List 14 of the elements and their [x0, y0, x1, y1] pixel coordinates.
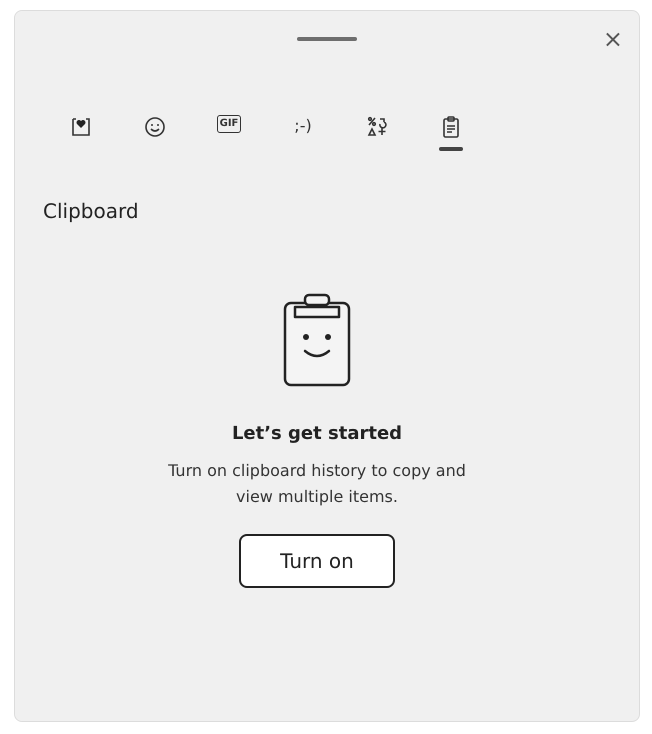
empty-state-message: Turn on clipboard history to copy and view multiple items.	[167, 460, 467, 508]
category-tab[interactable]: ;-)	[273, 109, 333, 161]
drag-handle[interactable]	[297, 37, 357, 41]
section-title: Clipboard	[42, 198, 140, 223]
close-button[interactable]: ×	[596, 23, 629, 55]
heart-icon	[69, 115, 93, 139]
gif-label: GIF	[216, 115, 242, 133]
symbols-icon	[365, 115, 389, 139]
kaomoji-label: ;-)	[294, 115, 312, 137]
smiley-icon	[143, 115, 167, 139]
turn-on-button[interactable]: Turn on	[239, 534, 395, 588]
category-tab[interactable]: GIF	[199, 109, 259, 161]
selected-indicator	[439, 147, 463, 151]
empty-state-title: Let’s get started	[232, 423, 402, 444]
